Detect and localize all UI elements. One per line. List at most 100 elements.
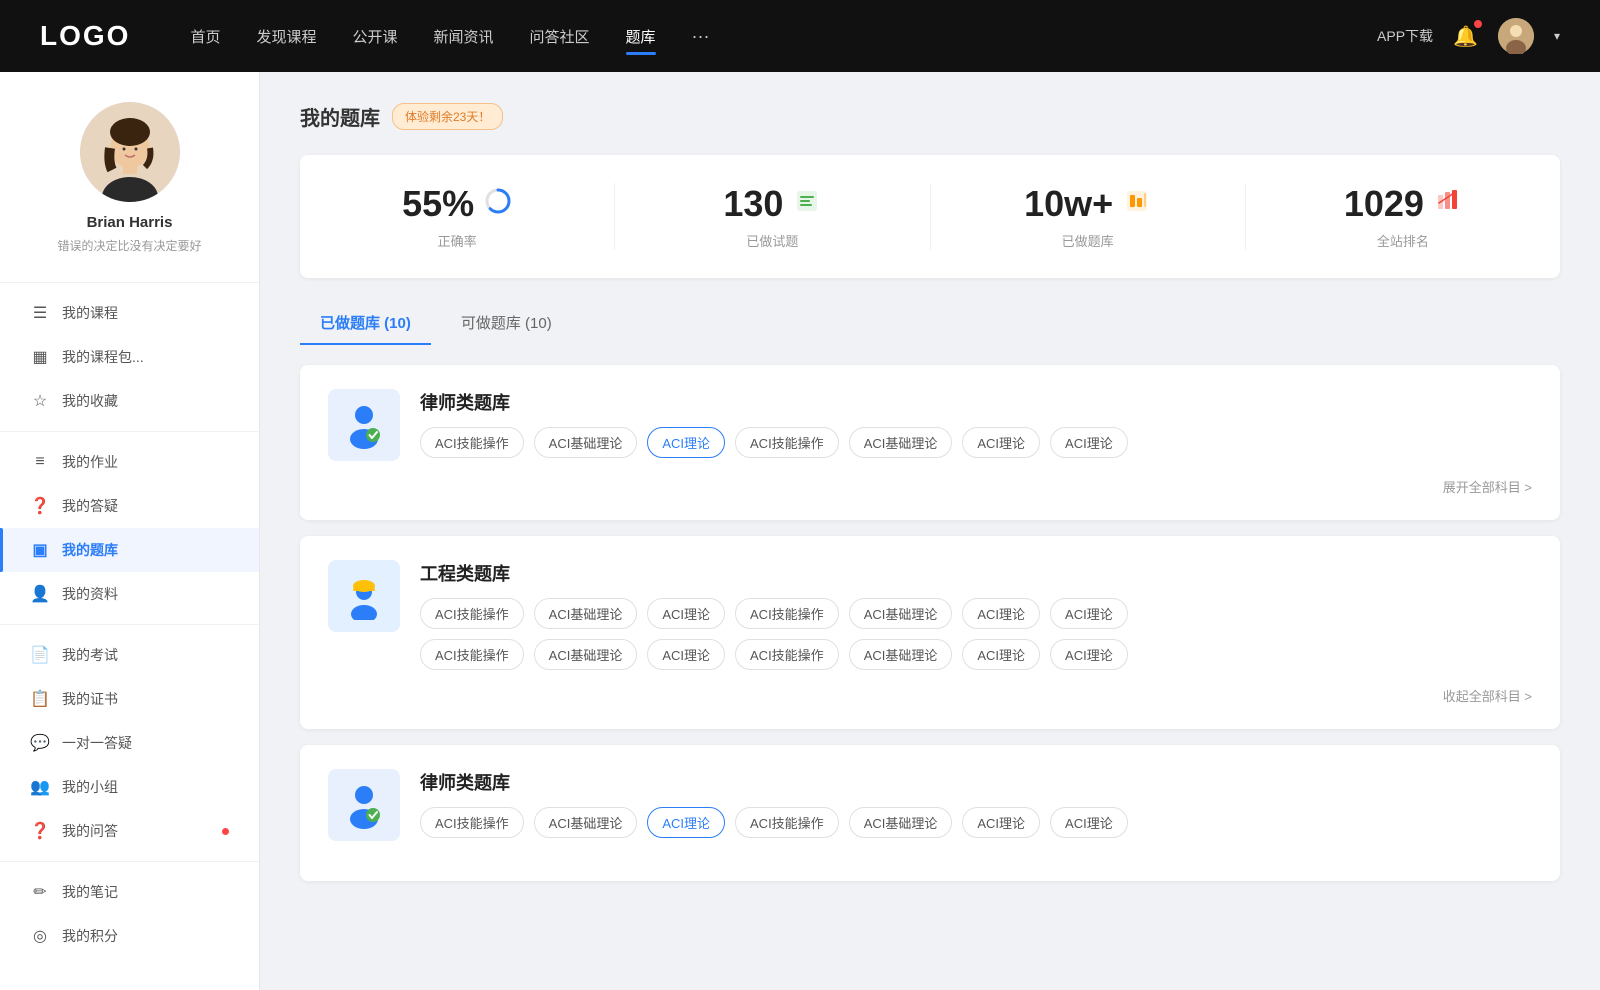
- sidebar-item-my-questions[interactable]: ❓ 我的答疑: [0, 484, 259, 528]
- eng-tag2-2[interactable]: ACI理论: [647, 639, 725, 670]
- qbank-lawyer-1-tags: ACI技能操作 ACI基础理论 ACI理论 ACI技能操作 ACI基础理论 AC…: [420, 427, 1128, 458]
- eng-tag2-0[interactable]: ACI技能操作: [420, 639, 524, 670]
- sidebar-item-my-cert[interactable]: 📋 我的证书: [0, 677, 259, 721]
- l2-tag-6[interactable]: ACI理论: [1050, 807, 1128, 838]
- nav-qa[interactable]: 问答社区: [530, 22, 590, 51]
- nav-qbank[interactable]: 题库: [626, 22, 656, 51]
- l2-tag-3[interactable]: ACI技能操作: [735, 807, 839, 838]
- my-course-pkg-icon: ▦: [30, 347, 50, 367]
- l2-tag-0[interactable]: ACI技能操作: [420, 807, 524, 838]
- sidebar-item-my-homework[interactable]: ≡ 我的作业: [0, 440, 259, 484]
- my-favorites-icon: ☆: [30, 391, 50, 411]
- expand-link-lawyer-1[interactable]: 展开全部科目 >: [328, 477, 1532, 496]
- page-title: 我的题库: [300, 102, 380, 131]
- qbank-engineer-tags-row2: ACI技能操作 ACI基础理论 ACI理论 ACI技能操作 ACI基础理论 AC…: [420, 639, 1532, 670]
- l2-tag-1[interactable]: ACI基础理论: [534, 807, 638, 838]
- tag-6[interactable]: ACI理论: [1050, 427, 1128, 458]
- profile-name: Brian Harris: [87, 214, 173, 231]
- sidebar-item-my-notes[interactable]: ✏ 我的笔记: [0, 870, 259, 914]
- qbank-lawyer-1-header: 律师类题库 ACI技能操作 ACI基础理论 ACI理论 ACI技能操作 ACI基…: [328, 389, 1532, 461]
- sidebar-item-my-answers[interactable]: ❓ 我的问答: [0, 809, 259, 853]
- tab-available-banks[interactable]: 可做题库 (10): [441, 302, 572, 345]
- eng-tag-6[interactable]: ACI理论: [1050, 598, 1128, 629]
- my-points-icon: ◎: [30, 926, 50, 946]
- eng-tag2-5[interactable]: ACI理论: [962, 639, 1040, 670]
- sidebar-item-one-on-one[interactable]: 💬 一对一答疑: [0, 721, 259, 765]
- nav-news[interactable]: 新闻资讯: [434, 22, 494, 51]
- eng-tag-2[interactable]: ACI理论: [647, 598, 725, 629]
- tab-done-banks[interactable]: 已做题库 (10): [300, 302, 431, 345]
- app-download[interactable]: APP下载: [1377, 26, 1433, 46]
- sidebar-item-my-points[interactable]: ◎ 我的积分: [0, 914, 259, 958]
- avatar-img: [1498, 18, 1534, 54]
- my-course-pkg-label: 我的课程包...: [62, 347, 229, 367]
- my-qbank-icon: ▣: [30, 540, 50, 560]
- stat-done-banks: 10w+ 已做题库: [931, 183, 1246, 250]
- eng-tag-1[interactable]: ACI基础理论: [534, 598, 638, 629]
- sidebar-item-my-favorites[interactable]: ☆ 我的收藏: [0, 379, 259, 423]
- bell-badge: [1474, 20, 1482, 28]
- qbank-engineer-tags-row1: ACI技能操作 ACI基础理论 ACI理论 ACI技能操作 ACI基础理论 AC…: [420, 598, 1532, 629]
- my-questions-label: 我的答疑: [62, 496, 229, 516]
- stat-accuracy-value: 55%: [402, 183, 474, 225]
- user-chevron[interactable]: ▾: [1554, 29, 1560, 43]
- logo: LOGO: [40, 20, 130, 52]
- stat-done-banks-value: 10w+: [1024, 183, 1113, 225]
- nav-more[interactable]: ···: [692, 26, 710, 47]
- sidebar-divider-2: [0, 431, 259, 432]
- nav-home[interactable]: 首页: [190, 22, 220, 51]
- profile-motto: 错误的决定比没有决定要好: [57, 237, 201, 254]
- collapse-link-engineer[interactable]: 收起全部科目 >: [328, 686, 1532, 705]
- sidebar-item-my-course-pkg[interactable]: ▦ 我的课程包...: [0, 335, 259, 379]
- l2-tag-2-active[interactable]: ACI理论: [647, 807, 725, 838]
- my-notes-icon: ✏: [30, 882, 50, 902]
- page-header: 我的题库 体验剩余23天！: [300, 102, 1560, 131]
- eng-tag-4[interactable]: ACI基础理论: [849, 598, 953, 629]
- stat-accuracy-label: 正确率: [320, 231, 594, 250]
- tag-4[interactable]: ACI基础理论: [849, 427, 953, 458]
- sidebar: Brian Harris 错误的决定比没有决定要好 ☰ 我的课程 ▦ 我的课程包…: [0, 72, 260, 990]
- lawyer-icon: [340, 401, 388, 449]
- main-layout: Brian Harris 错误的决定比没有决定要好 ☰ 我的课程 ▦ 我的课程包…: [0, 72, 1600, 990]
- tag-2-active[interactable]: ACI理论: [647, 427, 725, 458]
- sidebar-divider-1: [0, 282, 259, 283]
- sidebar-item-my-exam[interactable]: 📄 我的考试: [0, 633, 259, 677]
- eng-tag-0[interactable]: ACI技能操作: [420, 598, 524, 629]
- sidebar-item-my-group[interactable]: 👥 我的小组: [0, 765, 259, 809]
- stats-row: 55% 正确率 130: [300, 155, 1560, 278]
- my-exam-label: 我的考试: [62, 645, 229, 665]
- tag-3[interactable]: ACI技能操作: [735, 427, 839, 458]
- sidebar-item-my-data[interactable]: 👤 我的资料: [0, 572, 259, 616]
- l2-tag-5[interactable]: ACI理论: [962, 807, 1040, 838]
- nav-open-course[interactable]: 公开课: [352, 22, 397, 51]
- one-on-one-label: 一对一答疑: [62, 733, 229, 753]
- sidebar-menu: ☰ 我的课程 ▦ 我的课程包... ☆ 我的收藏 ≡ 我的作业 ❓ 我的答疑 ▣: [0, 291, 259, 958]
- my-data-icon: 👤: [30, 584, 50, 604]
- stat-done-banks-icon: [1123, 187, 1151, 221]
- trial-badge: 体验剩余23天！: [392, 103, 503, 130]
- my-group-icon: 👥: [30, 777, 50, 797]
- qbank-lawyer-2-info: 律师类题库 ACI技能操作 ACI基础理论 ACI理论 ACI技能操作 ACI基…: [420, 769, 1128, 838]
- my-exam-icon: 📄: [30, 645, 50, 665]
- eng-tag2-6[interactable]: ACI理论: [1050, 639, 1128, 670]
- nav-discover[interactable]: 发现课程: [256, 22, 316, 51]
- qbank-card-lawyer-2: 律师类题库 ACI技能操作 ACI基础理论 ACI理论 ACI技能操作 ACI基…: [300, 745, 1560, 881]
- notification-bell[interactable]: 🔔: [1453, 24, 1478, 49]
- tag-5[interactable]: ACI理论: [962, 427, 1040, 458]
- user-avatar[interactable]: [1498, 18, 1534, 54]
- lawyer-icon-2: [340, 781, 388, 829]
- tag-0[interactable]: ACI技能操作: [420, 427, 524, 458]
- eng-tag-3[interactable]: ACI技能操作: [735, 598, 839, 629]
- stat-done-banks-label: 已做题库: [951, 231, 1225, 250]
- eng-tag-5[interactable]: ACI理论: [962, 598, 1040, 629]
- sidebar-item-my-course[interactable]: ☰ 我的课程: [0, 291, 259, 335]
- eng-tag2-1[interactable]: ACI基础理论: [534, 639, 638, 670]
- eng-tag2-4[interactable]: ACI基础理论: [849, 639, 953, 670]
- stat-done-banks-top: 10w+: [951, 183, 1225, 225]
- sidebar-item-my-qbank[interactable]: ▣ 我的题库: [0, 528, 259, 572]
- stat-done-questions-top: 130: [635, 183, 909, 225]
- eng-tag2-3[interactable]: ACI技能操作: [735, 639, 839, 670]
- sidebar-divider-3: [0, 624, 259, 625]
- l2-tag-4[interactable]: ACI基础理论: [849, 807, 953, 838]
- tag-1[interactable]: ACI基础理论: [534, 427, 638, 458]
